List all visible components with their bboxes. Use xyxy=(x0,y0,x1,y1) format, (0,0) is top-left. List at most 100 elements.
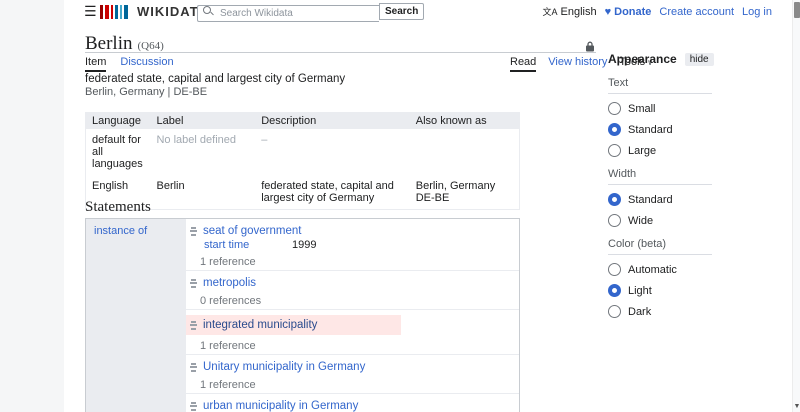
section-label: Color (beta) xyxy=(608,238,712,255)
radio-icon[interactable] xyxy=(608,263,621,276)
entity-label: Berlin xyxy=(85,33,133,54)
section-label: Width xyxy=(608,168,712,185)
statement-value-link[interactable]: integrated municipality xyxy=(203,318,317,332)
references-toggle[interactable]: 1 reference xyxy=(200,379,519,392)
radio-icon[interactable] xyxy=(608,214,621,227)
radio-text-large[interactable]: Large xyxy=(608,144,712,157)
qualifier-value: 1999 xyxy=(292,239,317,251)
appearance-hide-button[interactable]: hide xyxy=(684,52,714,66)
statement-value-link[interactable]: urban municipality in Germany xyxy=(203,399,358,412)
statement-unitary-municipality: Unitary municipality in Germany 1 refere… xyxy=(186,354,519,393)
rank-selector-icon[interactable] xyxy=(190,320,197,330)
appearance-title: Appearance xyxy=(608,52,677,66)
appearance-section-color: Color (beta) Automatic Light Dark xyxy=(608,238,712,318)
qualifier-property-link[interactable]: start time xyxy=(204,239,292,252)
statement-urban-municipality: urban municipality in Germany 0 referenc… xyxy=(186,393,519,412)
statement-value-link[interactable]: metropolis xyxy=(203,276,256,290)
rank-selector-icon[interactable] xyxy=(190,226,197,236)
terms-table-header-row: Language Label Description Also known as xyxy=(85,112,520,129)
rank-selector-icon[interactable] xyxy=(190,362,197,372)
donate-label: Donate xyxy=(614,5,652,18)
scrollbar-thumb[interactable] xyxy=(794,2,800,18)
radio-color-automatic[interactable]: Automatic xyxy=(608,263,712,276)
create-account-link[interactable]: Create account xyxy=(659,6,734,18)
references-toggle[interactable]: 1 reference xyxy=(200,340,519,353)
radio-text-standard[interactable]: Standard xyxy=(608,123,712,136)
statement-value-link[interactable]: Unitary municipality in Germany xyxy=(203,360,365,374)
title-divider xyxy=(85,52,596,53)
language-label: English xyxy=(560,5,597,18)
statement-value-link[interactable]: seat of government xyxy=(203,224,301,238)
donate-link[interactable]: ♥ Donate xyxy=(605,6,652,18)
cell-description: federated state, capital and largest cit… xyxy=(255,175,410,210)
statement-integrated-municipality: integrated municipality 1 reference xyxy=(186,309,519,354)
statement-metropolis: metropolis 0 references xyxy=(186,270,519,309)
search-icon xyxy=(203,6,211,14)
search-bar: Search xyxy=(197,3,425,22)
radio-icon[interactable] xyxy=(608,123,621,136)
log-in-link[interactable]: Log in xyxy=(742,6,772,18)
statement-seat-of-government: seat of government start time 1999 1 ref… xyxy=(186,219,519,270)
property-column: instance of xyxy=(86,219,186,412)
radio-icon[interactable] xyxy=(608,144,621,157)
wikidata-logo-barcode-icon xyxy=(100,4,130,19)
col-header-also-known-as: Also known as xyxy=(409,112,520,129)
appearance-section-text: Text Small Standard Large xyxy=(608,77,712,157)
property-link-instance-of[interactable]: instance of xyxy=(94,225,147,237)
radio-icon[interactable] xyxy=(608,193,621,206)
entity-description: federated state, capital and largest cit… xyxy=(85,73,346,85)
tab-discussion[interactable]: Discussion xyxy=(120,56,173,72)
radio-icon[interactable] xyxy=(608,284,621,297)
table-row: default for all languages No label defin… xyxy=(85,129,520,175)
tab-read[interactable]: Read xyxy=(510,56,537,72)
statements-heading: Statements xyxy=(85,199,151,215)
main-menu-icon[interactable]: ☰ xyxy=(84,3,97,20)
cell-aliases: Berlin, Germany DE-BE xyxy=(409,175,520,210)
site-header: ☰ WIKIDATA Search 文A English ♥ Donate Cr… xyxy=(64,0,792,24)
header-user-links: 文A English ♥ Donate Create account Log i… xyxy=(543,5,773,18)
heart-icon: ♥ xyxy=(604,5,612,18)
appearance-panel: Appearance hide Text Small Standard Larg… xyxy=(608,52,714,318)
collapsed-sidebar-area xyxy=(0,0,64,412)
tab-view-history[interactable]: View history xyxy=(548,56,607,72)
entity-id: (Q64) xyxy=(137,40,164,52)
wikidata-page: ☰ WIKIDATA Search 文A English ♥ Donate Cr… xyxy=(0,0,800,412)
radio-width-standard[interactable]: Standard xyxy=(608,193,712,206)
highlighted-statement-value: integrated municipality xyxy=(186,315,401,335)
wikidata-logo[interactable]: WIKIDATA xyxy=(100,4,208,19)
radio-width-wide[interactable]: Wide xyxy=(608,214,712,227)
col-header-description: Description xyxy=(255,112,410,129)
tab-item[interactable]: Item xyxy=(85,56,107,72)
namespace-tabs: Item Discussion xyxy=(85,56,174,72)
language-icon: 文A xyxy=(542,7,558,17)
radio-icon[interactable] xyxy=(608,102,621,115)
search-button[interactable]: Search xyxy=(379,3,425,20)
terms-table: Language Label Description Also known as… xyxy=(85,112,520,210)
claims-column: seat of government start time 1999 1 ref… xyxy=(186,219,519,412)
radio-color-dark[interactable]: Dark xyxy=(608,305,712,318)
appearance-section-width: Width Standard Wide xyxy=(608,168,712,227)
rank-selector-icon[interactable] xyxy=(190,278,197,288)
cell-aliases xyxy=(409,129,520,175)
lock-icon xyxy=(585,39,595,57)
language-selector[interactable]: 文A English xyxy=(543,5,597,18)
references-toggle[interactable]: 0 references xyxy=(200,295,519,308)
col-header-label: Label xyxy=(150,112,256,129)
statement-group: instance of seat of government start tim… xyxy=(85,218,520,412)
cell-label: Berlin xyxy=(150,175,256,210)
radio-color-light[interactable]: Light xyxy=(608,284,712,297)
scrollbar-down-arrow-icon[interactable]: ▼ xyxy=(793,403,800,410)
rank-selector-icon[interactable] xyxy=(190,401,197,411)
radio-text-small[interactable]: Small xyxy=(608,102,712,115)
cell-language: default for all languages xyxy=(85,129,151,175)
vertical-scrollbar[interactable]: ▼ xyxy=(792,0,800,412)
qualifier-row: start time 1999 xyxy=(204,239,519,252)
col-header-language: Language xyxy=(85,112,151,129)
cell-label: No label defined xyxy=(150,129,256,175)
entity-aliases: Berlin, Germany | DE-BE xyxy=(85,86,208,98)
search-input[interactable] xyxy=(197,5,379,22)
cell-description: – xyxy=(255,129,410,175)
references-toggle[interactable]: 1 reference xyxy=(200,256,519,269)
radio-icon[interactable] xyxy=(608,305,621,318)
section-label: Text xyxy=(608,77,712,94)
